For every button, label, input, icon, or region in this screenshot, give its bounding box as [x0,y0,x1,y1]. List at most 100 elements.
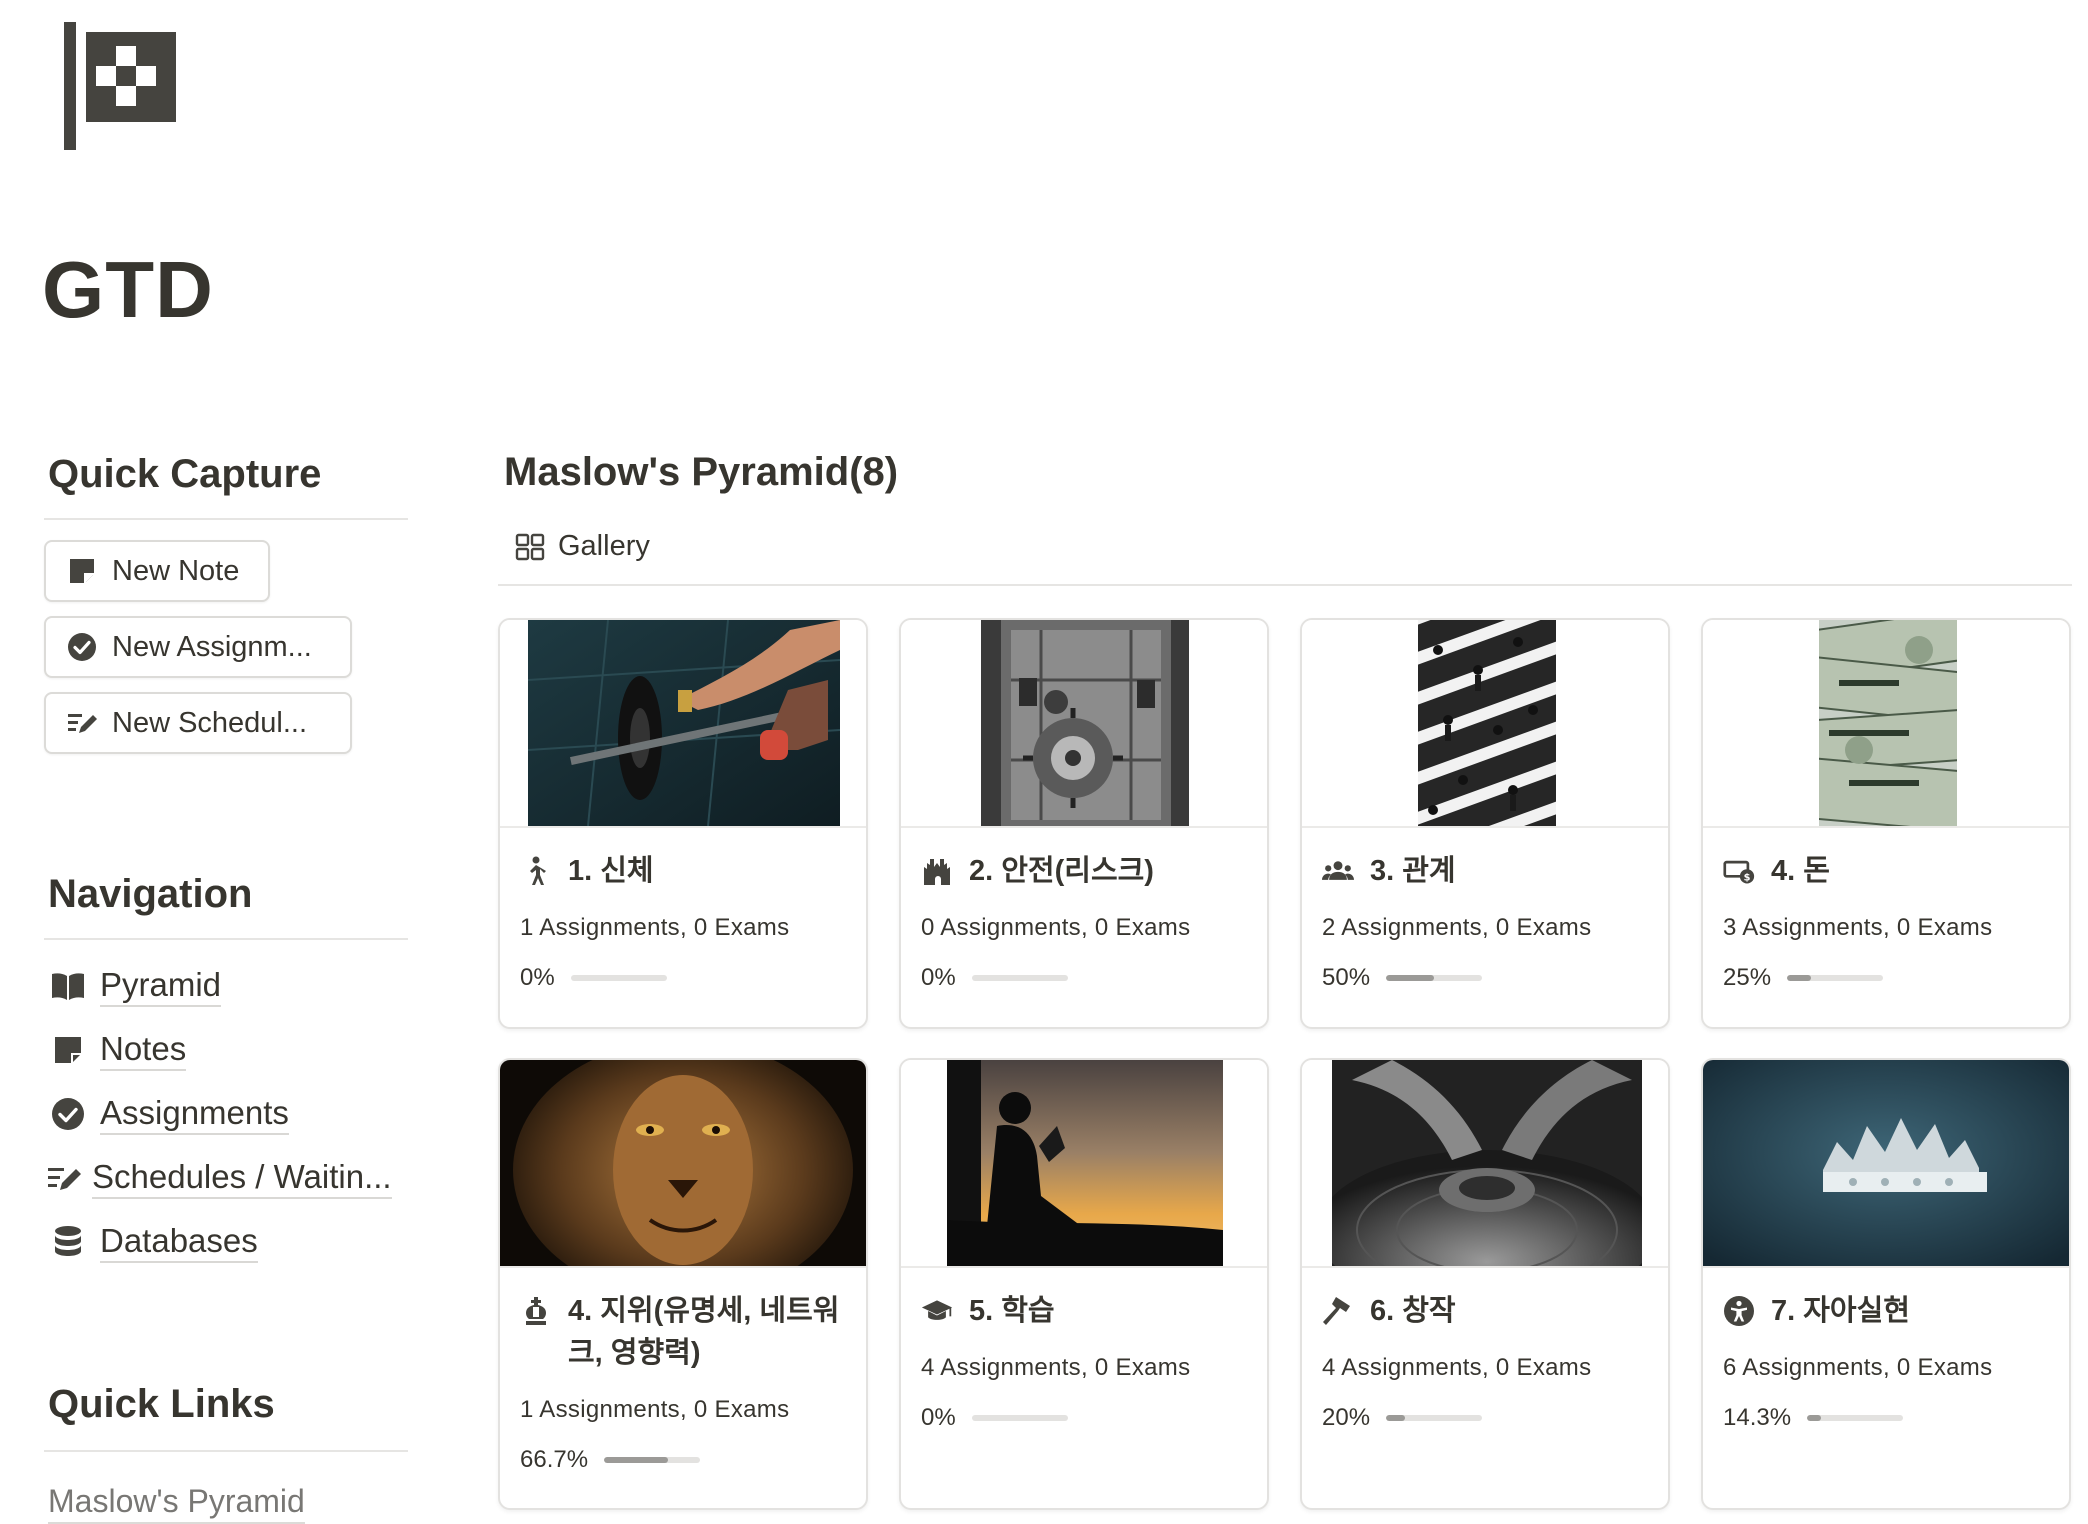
divider [498,584,2072,586]
new-assignment-button[interactable]: New Assignm... [44,616,352,678]
progress-value: 66.7% [520,1446,589,1473]
graduation-cap-icon [921,1300,953,1320]
card-assignment-count: 0 Assignments, 0 Exams [921,914,1191,941]
gallery-card-creation[interactable]: 6. 창작 4 Assignments, 0 Exams 20% [1300,1058,1670,1510]
new-schedule-button[interactable]: New Schedul... [44,692,352,754]
card-title: 5. 학습 [969,1295,1055,1327]
card-progress: 0% [520,964,846,992]
card-title: 7. 자아실현 [1771,1295,1910,1327]
card-cover [500,620,866,828]
gallery-card-learning[interactable]: 5. 학습 4 Assignments, 0 Exams 0% [899,1058,1269,1510]
divider [44,1450,408,1452]
money-icon: $ [1723,860,1755,884]
card-title: 4. 돈 [1771,855,1830,887]
progress-fill [1807,1415,1821,1421]
progress-value: 0% [520,964,555,991]
check-circle-icon [52,1098,84,1130]
card-progress: 25% [1723,964,2049,992]
card-title-row: 1. 신체 [520,850,846,892]
card-assignment-count: 1 Assignments, 0 Exams [520,914,790,941]
progress-fill [604,1457,669,1463]
card-progress: 50% [1322,964,1648,992]
list-edit-icon [48,1168,81,1190]
gallery-view-label: Gallery [558,530,650,562]
card-cover [1703,620,2069,828]
bank-vault-photo [981,620,1189,826]
progress-bar [1807,1415,1904,1421]
progress-bar [604,1457,701,1463]
new-note-label: New Note [112,554,240,587]
progress-value: 0% [921,1404,956,1431]
nav-item-schedules[interactable]: Schedules / Waitin... [46,1152,392,1204]
database-icon [55,1226,81,1256]
note-icon [55,1037,81,1063]
card-title-row: 7. 자아실현 [1723,1290,2049,1332]
card-progress: 14.3% [1723,1404,2049,1432]
progress-bar [570,975,667,981]
card-cover [500,1060,866,1268]
pottery-wheel-photo [1332,1060,1642,1266]
progress-fill [1386,975,1435,981]
gallery-card-status[interactable]: 4. 지위(유명세, 네트워크, 영향력) 1 Assignments, 0 E… [498,1058,868,1510]
progress-value: 50% [1322,964,1371,991]
crosswalk-crowd-photo [1418,620,1556,826]
person-walking-icon [530,856,546,885]
hammer-icon [1323,1297,1350,1325]
card-assignment-count: 4 Assignments, 0 Exams [1322,1354,1592,1381]
page-title: GTD [42,245,214,334]
card-title: 1. 신체 [568,855,654,887]
progress-value: 14.3% [1723,1404,1792,1431]
card-progress: 0% [921,1404,1247,1432]
card-assignment-count: 1 Assignments, 0 Exams [520,1396,790,1423]
card-progress: 0% [921,964,1247,992]
nav-item-databases[interactable]: Databases [50,1216,258,1268]
quick-link-maslows-pyramid[interactable]: Maslow's Pyramid [48,1480,305,1524]
card-title-row: 3. 관계 [1322,850,1648,892]
card-title-row: $ 4. 돈 [1723,850,2049,892]
card-title-row: 6. 창작 [1322,1290,1648,1332]
nav-item-notes[interactable]: Notes [50,1024,187,1076]
gallery-view-tab[interactable]: Gallery [514,530,650,563]
nav-item-label: Assignments [100,1093,289,1135]
nav-item-label: Schedules / Waitin... [92,1157,392,1199]
card-title-row: 5. 학습 [921,1290,1247,1332]
nav-item-assignments[interactable]: Assignments [50,1088,289,1140]
card-assignment-count: 4 Assignments, 0 Exams [921,1354,1191,1381]
card-title: 4. 지위(유명세, 네트워크, 영향력) [568,1295,840,1369]
card-title: 3. 관계 [1370,855,1456,887]
quick-capture-heading: Quick Capture [48,452,322,496]
navigation-heading: Navigation [48,872,253,916]
card-title: 2. 안전(리스크) [969,855,1154,887]
gallery-card-money[interactable]: $ 4. 돈 3 Assignments, 0 Exams 25% [1701,618,2071,1029]
card-title-row: 4. 지위(유명세, 네트워크, 영향력) [520,1290,846,1374]
card-assignment-count: 6 Assignments, 0 Exams [1723,1354,1993,1381]
progress-bar [971,1415,1068,1421]
card-cover [901,1060,1267,1268]
crown-photo [1703,1060,2069,1266]
progress-value: 0% [921,964,956,991]
nav-item-pyramid[interactable]: Pyramid [50,960,222,1012]
reading-silhouette-photo [947,1060,1223,1266]
svg-text:$: $ [1744,872,1751,883]
card-assignment-count: 2 Assignments, 0 Exams [1322,914,1592,941]
divider [44,518,408,520]
gallery-card-relationships[interactable]: 3. 관계 2 Assignments, 0 Exams 50% [1300,618,1670,1029]
people-group-icon [1322,861,1354,880]
progress-value: 25% [1723,964,1772,991]
nav-item-label: Notes [100,1029,187,1071]
card-cover [1302,1060,1668,1268]
barbell-lifting-photo [528,620,840,826]
new-note-button[interactable]: New Note [44,540,270,602]
gallery-card-self-actualization[interactable]: 7. 자아실현 6 Assignments, 0 Exams 14.3% [1701,1058,2071,1510]
list-edit-icon [68,714,97,733]
gallery-card-physical[interactable]: 1. 신체 1 Assignments, 0 Exams 0% [498,618,868,1029]
progress-bar [1386,975,1483,981]
progress-fill [1386,1415,1406,1421]
progress-bar [1386,1415,1483,1421]
dollar-bills-photo [1819,620,1957,826]
card-progress: 20% [1322,1404,1648,1432]
gallery-card-safety[interactable]: 2. 안전(리스크) 0 Assignments, 0 Exams 0% [899,618,1269,1029]
check-circle-icon [68,633,96,661]
progress-value: 20% [1322,1404,1371,1431]
chess-king-icon [526,1297,546,1325]
